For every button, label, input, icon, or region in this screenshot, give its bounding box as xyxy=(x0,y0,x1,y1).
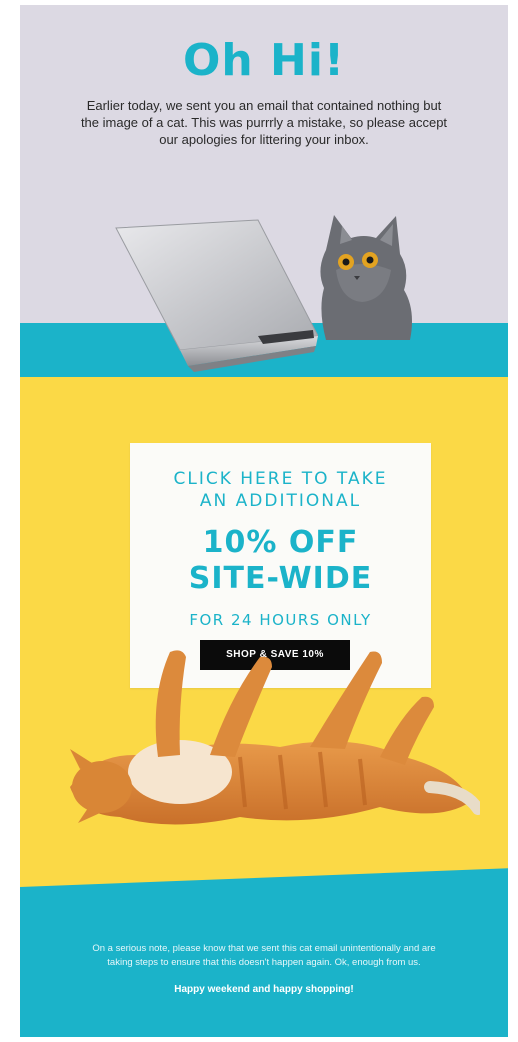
hero-section: Oh Hi! Earlier today, we sent you an ema… xyxy=(20,5,508,377)
hero-message: Earlier today, we sent you an email that… xyxy=(80,98,448,147)
promo-headline-discount: 10% OFF xyxy=(202,525,359,560)
gray-cat-image xyxy=(320,215,412,340)
footer-signoff: Happy weekend and happy shopping! xyxy=(174,984,354,995)
footer-message: On a serious note, please know that we s… xyxy=(92,943,436,968)
promo-headline-sitewide: SITE-WIDE xyxy=(188,561,373,596)
promo-teal-fill xyxy=(20,922,508,1037)
promo-subline: FOR 24 HOURS ONLY xyxy=(189,611,372,629)
promo-line-2: AN ADDITIONAL xyxy=(199,491,362,511)
promo-line-1: CLICK HERE TO TAKE xyxy=(173,469,388,489)
email-container: Oh Hi! Earlier today, we sent you an ema… xyxy=(20,5,508,1037)
orange-cat-image xyxy=(70,650,480,825)
promo-section: CLICK HERE TO TAKE AN ADDITIONAL 10% OFF… xyxy=(20,377,508,1037)
hero-title: Oh Hi! xyxy=(182,35,346,86)
laptop-image xyxy=(115,219,318,372)
